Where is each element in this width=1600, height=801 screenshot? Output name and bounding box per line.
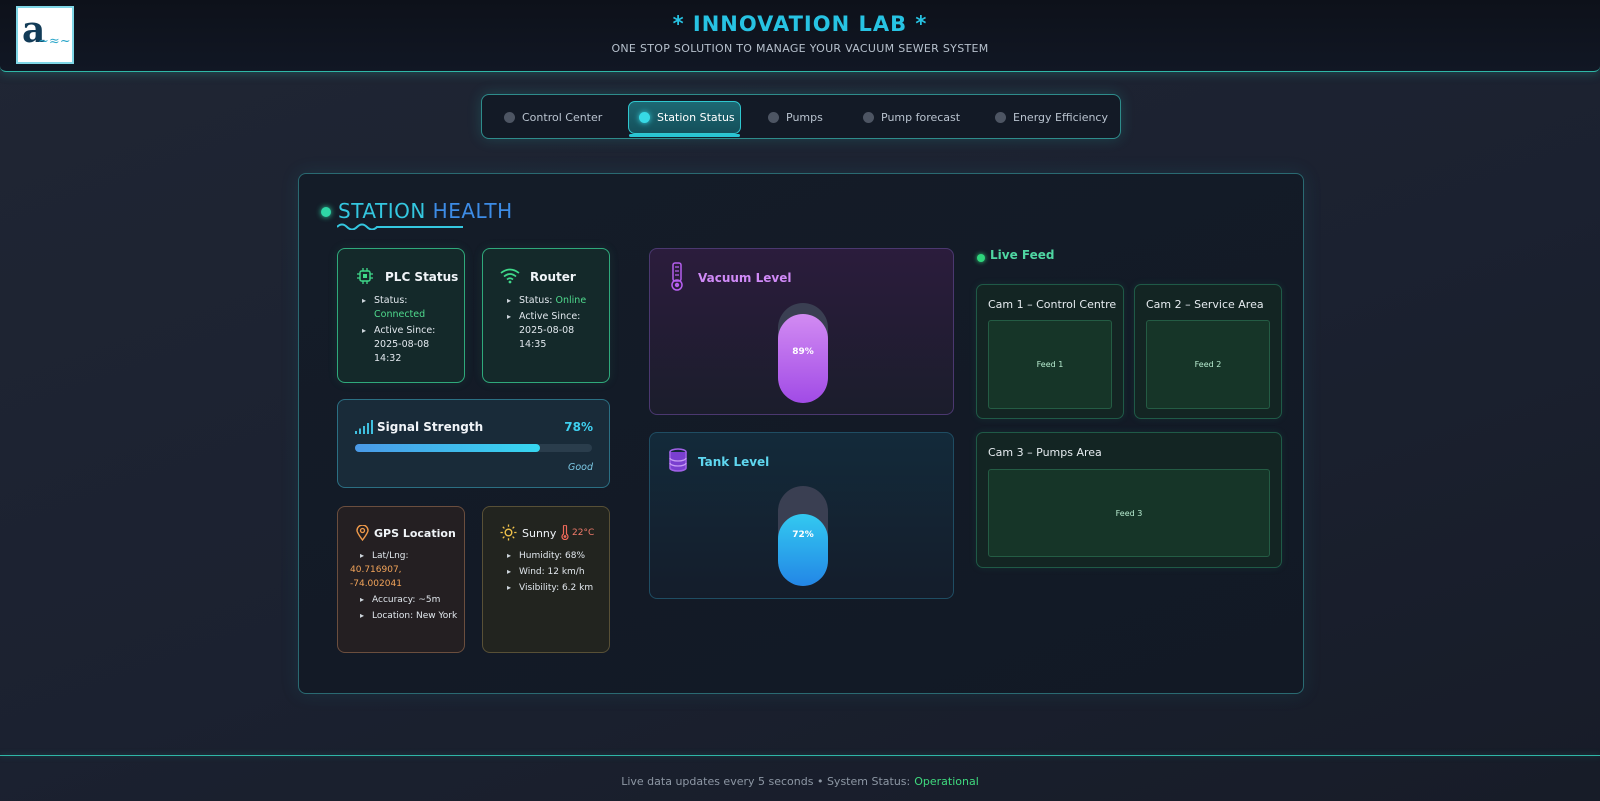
weather-wind: Wind: 12 km/h (507, 565, 607, 579)
gps-latlng-label: Lat/Lng: (372, 551, 409, 561)
chip-icon (357, 268, 373, 284)
weather-card: Sunny 22°C Humidity: 68% Wind: 12 km/h V… (482, 506, 610, 653)
tank-title: Tank Level (698, 455, 770, 469)
signal-quality: Good (567, 462, 593, 473)
cam-2-card[interactable]: Cam 2 – Service Area Feed 2 (1134, 284, 1282, 419)
gps-latlng-value: 40.716907, -74.002041 (350, 565, 402, 589)
cam-1-feed[interactable]: Feed 1 (988, 320, 1112, 409)
section-wave-underline-icon (337, 223, 463, 230)
signal-percent: 78% (564, 420, 593, 434)
tank-level-gauge: 72% (778, 486, 828, 586)
system-status-value: Operational (914, 775, 979, 788)
tank-level-fill (778, 514, 828, 586)
cam-3-feed[interactable]: Feed 3 (988, 469, 1270, 557)
thermometer-icon (561, 525, 569, 540)
router-active-label: Active Since: (519, 311, 581, 322)
tab-label: Energy Efficiency (1013, 111, 1108, 124)
sun-icon (500, 524, 517, 541)
gps-accuracy: Accuracy: ~5m (372, 595, 441, 605)
gauge-thermometer-icon (671, 262, 683, 291)
section-title-part2: HEALTH (432, 199, 513, 223)
plc-title: PLC Status (385, 270, 459, 284)
gps-accuracy-item: Accuracy: ~5m (360, 593, 460, 607)
footer-status: Live data updates every 5 seconds • Syst… (0, 775, 1600, 788)
tab-label: Pumps (786, 111, 823, 124)
cam-2-feed[interactable]: Feed 2 (1146, 320, 1270, 409)
plc-status-card: PLC Status Status: Connected Active Since… (337, 248, 465, 383)
signal-progress-track (355, 444, 592, 452)
cam-1-title: Cam 1 – Control Centre (988, 298, 1117, 311)
plc-active-item: Active Since: 2025-08-08 14:32 (362, 324, 458, 366)
gps-location-item: Location: New York (360, 609, 460, 623)
weather-visibility: Visibility: 6.2 km (507, 581, 607, 595)
app-header: a ~≈~ * INNOVATION LAB * ONE STOP SOLUTI… (0, 0, 1600, 72)
router-title: Router (530, 270, 576, 284)
wifi-icon (500, 268, 520, 284)
tab-label: Station Status (657, 111, 735, 124)
gps-location: Location: New York (372, 611, 458, 621)
signal-strength-card: Signal Strength 78% Good (337, 399, 610, 488)
tab-status-dot-icon (863, 112, 874, 123)
tab-status-dot-icon (995, 112, 1006, 123)
vacuum-level-fill (778, 314, 828, 403)
live-feed-title: Live Feed (990, 248, 1055, 262)
cam-2-title: Cam 2 – Service Area (1146, 298, 1264, 311)
gps-location-card: GPS Location Lat/Lng: 40.716907, -74.002… (337, 506, 465, 653)
station-health-panel: STATION HEALTH PLC Status Status: Connect… (298, 173, 1304, 694)
weather-humidity: Humidity: 68% (507, 549, 607, 563)
section-status-dot-icon (321, 207, 331, 217)
tab-control-center[interactable]: Control Center (494, 101, 622, 134)
vacuum-level-card: Vacuum Level 89% (649, 248, 954, 415)
map-pin-icon (356, 525, 369, 541)
tab-pump-forecast[interactable]: Pump forecast (853, 101, 975, 134)
database-icon (669, 448, 687, 472)
cam-1-card[interactable]: Cam 1 – Control Centre Feed 1 (976, 284, 1124, 419)
cam-3-title: Cam 3 – Pumps Area (988, 446, 1102, 459)
router-details: Status: Online Active Since: 2025-08-08 1… (507, 294, 603, 354)
plc-active-value: 2025-08-08 14:32 (374, 339, 430, 364)
signal-bars-icon (355, 420, 373, 434)
router-status-label: Status: (519, 295, 553, 306)
live-feed-dot-icon (977, 254, 985, 262)
section-title-part1: STATION (338, 199, 433, 223)
tab-label: Control Center (522, 111, 603, 124)
router-card: Router Status: Online Active Since: 2025-… (482, 248, 610, 383)
plc-active-label: Active Since: (374, 325, 436, 336)
footer-divider (0, 755, 1600, 756)
tab-energy-efficiency[interactable]: Energy Efficiency (985, 101, 1111, 134)
plc-status-item: Status: Connected (362, 294, 458, 322)
signal-progress-fill (355, 444, 540, 452)
cam-3-card[interactable]: Cam 3 – Pumps Area Feed 3 (976, 432, 1282, 568)
vacuum-title: Vacuum Level (698, 271, 792, 285)
router-status-value: Online (555, 295, 587, 306)
tab-status-dot-icon (768, 112, 779, 123)
tank-percent: 72% (792, 530, 814, 540)
gps-details: Lat/Lng: 40.716907, -74.002041 Accuracy:… (350, 549, 460, 625)
app-title: * INNOVATION LAB * (672, 12, 928, 36)
signal-title: Signal Strength (377, 420, 484, 434)
weather-details: Humidity: 68% Wind: 12 km/h Visibility: … (507, 549, 607, 597)
router-active-value: 2025-08-08 14:35 (519, 325, 575, 350)
router-status-item: Status: Online (507, 294, 603, 308)
gps-title: GPS Location (374, 527, 456, 540)
app-subtitle: ONE STOP SOLUTION TO MANAGE YOUR VACUUM … (611, 42, 989, 55)
plc-status-label: Status: (374, 295, 408, 306)
gps-latlng-item: Lat/Lng: (360, 549, 460, 563)
tab-station-status[interactable]: Station Status (628, 101, 741, 137)
plc-details: Status: Connected Active Since: 2025-08-08… (362, 294, 458, 368)
weather-temperature: 22°C (572, 528, 595, 538)
tab-status-dot-icon (504, 112, 515, 123)
footer-text: Live data updates every 5 seconds • Syst… (621, 775, 911, 788)
tank-level-card: Tank Level 72% (649, 432, 954, 599)
tab-label: Pump forecast (881, 111, 961, 124)
plc-status-value: Connected (374, 309, 426, 320)
section-title: STATION HEALTH (338, 199, 513, 223)
router-active-item: Active Since: 2025-08-08 14:35 (507, 310, 603, 352)
weather-title: Sunny (522, 527, 557, 540)
vacuum-percent: 89% (792, 347, 814, 357)
vacuum-level-gauge: 89% (778, 303, 828, 403)
tab-bar: Control Center Station Status Pumps Pump… (481, 94, 1121, 139)
tab-status-dot-icon (639, 112, 650, 123)
tab-pumps[interactable]: Pumps (758, 101, 840, 134)
